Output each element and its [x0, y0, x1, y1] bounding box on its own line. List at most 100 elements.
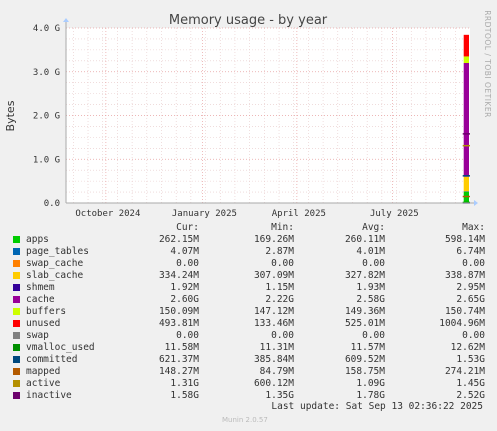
legend-swatch	[13, 332, 20, 339]
y-axis-arrow	[63, 18, 69, 22]
legend-series-name: swap_cache	[26, 258, 84, 269]
legend-swatch	[13, 392, 20, 399]
y-tick-labels: 0.0 1.0 G 2.0 G 3.0 G 4.0 G	[33, 24, 60, 209]
legend-series-name: vmalloc_used	[26, 342, 95, 353]
legend-value-min: 147.12M	[253, 306, 294, 317]
rrdtool-credit: RRDTOOL / TOBI OETIKER	[483, 10, 492, 118]
legend-value-cur: 150.09M	[158, 306, 199, 317]
legend-value-max: 12.62M	[450, 342, 485, 353]
legend-value-min: 1.15M	[265, 282, 294, 293]
area-page_tables	[463, 191, 469, 192]
legend-swatch	[13, 380, 20, 387]
legend-value-min: 0.00	[271, 330, 294, 341]
legend-swatch	[13, 320, 20, 327]
legend-value-max: 2.95M	[456, 282, 485, 293]
legend-swatch	[13, 368, 20, 375]
legend-value-cur: 493.81M	[158, 318, 199, 329]
legend-value-cur: 1.58G	[170, 390, 199, 401]
legend-value-max: 598.14M	[444, 234, 485, 245]
legend-series-name: cache	[26, 294, 55, 305]
legend-series-name: mapped	[26, 366, 61, 377]
legend-value-min: 11.31M	[259, 342, 294, 353]
legend-value-max: 274.21M	[444, 366, 485, 377]
legend-value-cur: 4.07M	[170, 246, 199, 257]
legend-value-cur: 0.00	[176, 258, 199, 269]
y-tick-label: 4.0 G	[33, 24, 60, 34]
legend-value-cur: 11.58M	[164, 342, 199, 353]
legend-swatch	[13, 296, 20, 303]
x-tick-label: April 2025	[272, 209, 326, 219]
legend-value-max: 2.65G	[456, 294, 485, 305]
legend-value-min: 84.79M	[259, 366, 294, 377]
legend-value-cur: 1.92M	[170, 282, 199, 293]
legend-value-cur: 2.60G	[170, 294, 199, 305]
legend-series-name: slab_cache	[26, 270, 84, 281]
legend-value-min: 2.22G	[265, 294, 294, 305]
legend-value-min: 600.12M	[253, 378, 294, 389]
legend-value-cur: 334.24M	[158, 270, 199, 281]
legend-swatch	[13, 344, 20, 351]
legend-value-max: 1.53G	[456, 354, 485, 365]
legend-value-avg: 2.58G	[356, 294, 385, 305]
legend-series-name: shmem	[26, 282, 55, 293]
legend-swatch	[13, 356, 20, 363]
legend-series-name: inactive	[26, 390, 72, 401]
legend-series-name: unused	[26, 318, 61, 329]
legend-value-min: 133.46M	[253, 318, 294, 329]
legend-value-max: 150.74M	[444, 306, 485, 317]
legend-value-min: 0.00	[271, 258, 294, 269]
legend-value-max: 0.00	[462, 258, 485, 269]
legend-value-avg: 149.36M	[344, 306, 385, 317]
legend-value-avg: 0.00	[362, 330, 385, 341]
legend-value-avg: 0.00	[362, 258, 385, 269]
legend-value-avg: 525.01M	[344, 318, 385, 329]
col-header-max: Max:	[462, 222, 485, 233]
y-tick-label: 0.0	[44, 199, 60, 209]
col-header-avg: Avg:	[362, 222, 385, 233]
legend-swatch	[13, 260, 20, 267]
legend-value-avg: 1.09G	[356, 378, 385, 389]
legend-series-name: active	[26, 378, 61, 389]
legend-value-min: 385.84M	[253, 354, 294, 365]
legend-value-min: 307.09M	[253, 270, 294, 281]
legend-value-avg: 4.01M	[356, 246, 385, 257]
legend-value-max: 0.00	[462, 330, 485, 341]
legend-value-min: 169.26M	[253, 234, 294, 245]
legend-value-cur: 0.00	[176, 330, 199, 341]
legend-value-max: 1.45G	[456, 378, 485, 389]
legend-value-avg: 1.93M	[356, 282, 385, 293]
munin-version: Munin 2.0.57	[222, 416, 268, 424]
y-axis-label: Bytes	[4, 100, 17, 131]
area-buffers	[463, 56, 469, 63]
x-tick-label: January 2025	[172, 209, 237, 219]
series-marks	[462, 34, 470, 204]
x-tick-label: October 2024	[75, 209, 140, 219]
area-unused	[463, 34, 469, 57]
legend-series-name: swap	[26, 330, 49, 341]
chart-title: Memory usage - by year	[169, 13, 328, 28]
y-tick-label: 2.0 G	[33, 112, 60, 122]
legend-swatch	[13, 236, 20, 243]
x-axis-arrow	[474, 200, 478, 206]
area-slab_cache	[463, 176, 469, 192]
legend-value-avg: 11.57M	[350, 342, 385, 353]
legend-series-name: buffers	[26, 306, 67, 317]
legend-value-max: 338.87M	[444, 270, 485, 281]
x-tick-label: July 2025	[370, 209, 419, 219]
legend-value-min: 2.87M	[265, 246, 294, 257]
y-tick-label: 1.0 G	[33, 155, 60, 165]
legend-series-name: committed	[26, 354, 78, 365]
legend-value-max: 6.74M	[456, 246, 485, 257]
legend-value-avg: 260.11M	[344, 234, 385, 245]
y-tick-label: 3.0 G	[33, 68, 60, 78]
col-header-cur: Cur:	[176, 222, 199, 233]
legend-value-avg: 158.75M	[344, 366, 385, 377]
x-tick-labels: October 2024 January 2025 April 2025 July 2…	[75, 209, 418, 219]
legend-value-avg: 609.52M	[344, 354, 385, 365]
legend-value-cur: 262.15M	[158, 234, 199, 245]
legend-swatch	[13, 308, 20, 315]
legend-swatch	[13, 272, 20, 279]
legend-value-cur: 148.27M	[158, 366, 199, 377]
last-update: Last update: Sat Sep 13 02:36:22 2025	[271, 401, 483, 412]
area-cache	[463, 63, 469, 177]
